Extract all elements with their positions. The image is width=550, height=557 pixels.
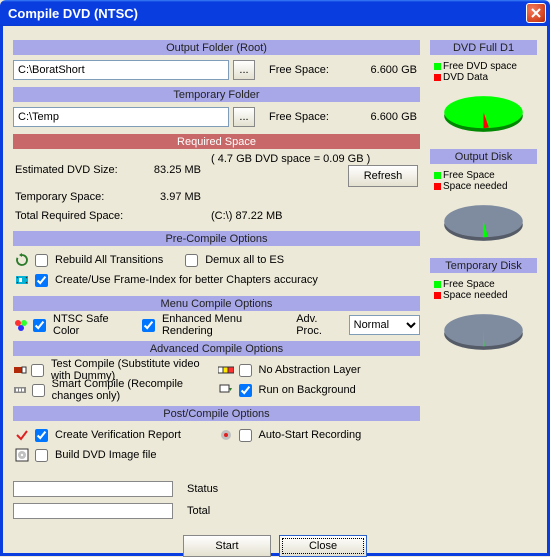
temp-folder-browse-button[interactable]: ... xyxy=(233,107,255,127)
verification-report-checkbox[interactable] xyxy=(35,429,48,442)
check-icon xyxy=(13,428,31,442)
output-folder-browse-button[interactable]: ... xyxy=(233,60,255,80)
ntsc-safe-color-label: NTSC Safe Color xyxy=(53,313,129,337)
rebuild-transitions-checkbox[interactable] xyxy=(35,254,48,267)
status-label: Status xyxy=(187,483,218,495)
temp-disk-header: Temporary Disk xyxy=(430,258,537,273)
required-space-table: Estimated DVD Size: 83.25 MB ( 4.7 GB DV… xyxy=(13,153,420,225)
smart-compile-label: Smart Compile (Recompile changes only) xyxy=(52,378,217,402)
temp-folder-header: Temporary Folder xyxy=(13,87,420,102)
auto-start-recording-label: Auto-Start Recording xyxy=(259,429,362,441)
enhanced-menu-rendering-label: Enhanced Menu Rendering xyxy=(162,313,281,337)
close-window-button[interactable] xyxy=(526,3,546,23)
total-progress-bar xyxy=(13,503,173,519)
frame-index-label: Create/Use Frame-Index for better Chapte… xyxy=(55,274,318,286)
output-folder-header: Output Folder (Root) xyxy=(13,40,420,55)
temp-disk-pie-chart xyxy=(436,307,531,357)
temp-free-space-value: 6.600 GB xyxy=(345,111,417,123)
disc-image-icon xyxy=(13,448,31,462)
layers-icon xyxy=(217,364,235,376)
demux-es-checkbox[interactable] xyxy=(185,254,198,267)
window-title: Compile DVD (NTSC) xyxy=(8,6,526,21)
smart-compile-checkbox[interactable] xyxy=(32,384,45,397)
ntsc-safe-color-checkbox[interactable] xyxy=(33,319,46,332)
adv-proc-select[interactable]: Normal xyxy=(349,315,420,335)
status-progress-bar xyxy=(13,481,173,497)
no-abstraction-label: No Abstraction Layer xyxy=(259,364,361,376)
total-req-value: (C:\) 87.22 MB xyxy=(209,206,420,225)
est-dvd-size-label: Estimated DVD Size: xyxy=(13,153,141,187)
rebuild-transitions-label: Rebuild All Transitions xyxy=(55,254,163,266)
post-compile-header: Post/Compile Options xyxy=(13,406,420,421)
run-background-label: Run on Background xyxy=(259,384,356,396)
close-button[interactable]: Close xyxy=(279,535,367,557)
dvd-full-header: DVD Full D1 xyxy=(430,40,537,55)
dummy-video-icon xyxy=(13,363,27,377)
output-disk-header: Output Disk xyxy=(430,149,537,164)
background-run-icon xyxy=(217,383,235,397)
est-dvd-size-value: 83.25 MB xyxy=(141,153,209,187)
menu-compile-header: Menu Compile Options xyxy=(13,296,420,311)
start-button[interactable]: Start xyxy=(183,535,271,557)
temp-free-space-label: Free Space: xyxy=(269,111,341,123)
dvd-full-legend: Free DVD space DVD Data xyxy=(430,61,537,83)
rgb-dots-icon xyxy=(13,318,29,332)
test-compile-checkbox[interactable] xyxy=(31,364,44,377)
enhanced-menu-rendering-checkbox[interactable] xyxy=(142,319,155,332)
frame-index-checkbox[interactable] xyxy=(35,274,48,287)
total-label: Total xyxy=(187,505,210,517)
temp-disk-legend: Free Space Space needed xyxy=(430,279,537,301)
demux-es-label: Demux all to ES xyxy=(205,254,284,266)
pre-compile-header: Pre-Compile Options xyxy=(13,231,420,246)
temp-space-value: 3.97 MB xyxy=(141,187,209,206)
close-icon xyxy=(531,8,541,18)
film-icon xyxy=(13,273,31,287)
no-abstraction-checkbox[interactable] xyxy=(239,364,252,377)
auto-start-recording-checkbox[interactable] xyxy=(239,429,252,442)
output-free-space-label: Free Space: xyxy=(269,64,341,76)
total-req-label: Total Required Space: xyxy=(13,206,141,225)
film-strip-icon xyxy=(13,383,28,397)
output-disk-pie-chart xyxy=(436,198,531,248)
record-icon xyxy=(217,428,235,442)
adv-proc-label: Adv. Proc. xyxy=(296,313,340,337)
output-free-space-value: 6.600 GB xyxy=(345,64,417,76)
build-image-checkbox[interactable] xyxy=(35,449,48,462)
refresh-button[interactable]: Refresh xyxy=(348,165,418,187)
output-folder-input[interactable] xyxy=(13,60,229,80)
refresh-icon xyxy=(13,253,31,267)
title-bar: Compile DVD (NTSC) xyxy=(0,0,550,26)
verification-report-label: Create Verification Report xyxy=(55,429,181,441)
run-background-checkbox[interactable] xyxy=(239,384,252,397)
build-image-label: Build DVD Image file xyxy=(55,449,157,461)
output-disk-legend: Free Space Space needed xyxy=(430,170,537,192)
required-space-header: Required Space xyxy=(13,134,420,149)
dvd-full-pie-chart xyxy=(436,89,531,139)
est-dvd-size-extra: ( 4.7 GB DVD space = 0.09 GB ) xyxy=(211,153,370,165)
temp-space-label: Temporary Space: xyxy=(13,187,141,206)
temp-folder-input[interactable] xyxy=(13,107,229,127)
adv-compile-header: Advanced Compile Options xyxy=(13,341,420,356)
